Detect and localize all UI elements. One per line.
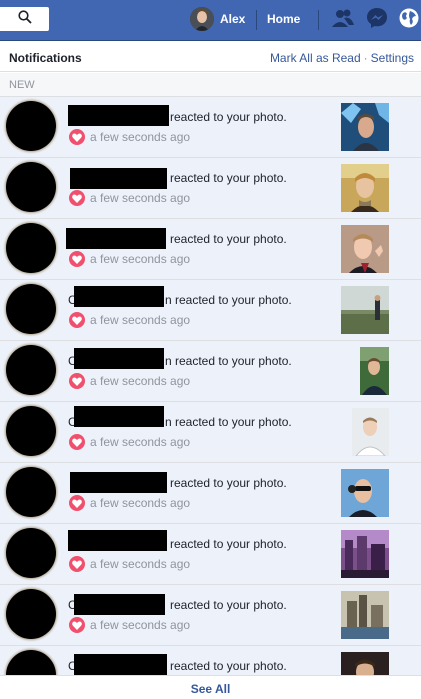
action-separator: · [363,51,368,65]
user-avatar[interactable] [190,7,214,31]
notifications-title: Notifications [9,51,82,65]
notification-item[interactable]: C n reacted to your photo. a few seconds… [0,341,421,402]
redacted-name [74,406,164,427]
photo-thumbnail[interactable] [341,225,389,273]
notification-item[interactable]: reacted to your photo. a few seconds ago [0,524,421,585]
settings-link[interactable]: Settings [371,51,414,65]
profile-picture[interactable] [6,589,56,639]
friends-icon [331,8,355,33]
search-icon [17,9,32,29]
notification-text: n reacted to your photo. [165,293,292,307]
notifications-header: Notifications Mark All as Read · Settings [0,42,421,72]
redacted-name [68,105,169,126]
messenger-icon [366,7,388,34]
redacted-name [66,228,166,249]
profile-picture[interactable] [6,162,56,212]
photo-thumbnail[interactable] [341,652,389,675]
profile-link[interactable]: Alex [220,12,245,26]
heart-icon [69,129,85,145]
notification-item[interactable]: reacted to your photo. a few seconds ago [0,158,421,219]
top-navigation-bar: Alex Home [0,0,421,41]
photo-thumbnail[interactable] [341,164,389,212]
notification-text: reacted to your photo. [170,171,287,185]
notification-time: a few seconds ago [90,496,191,510]
photo-thumbnail[interactable] [341,103,389,151]
notification-text: reacted to your photo. [170,537,287,551]
photo-thumbnail[interactable] [341,469,389,517]
photo-thumbnail[interactable] [352,408,389,456]
photo-thumbnail[interactable] [341,530,389,578]
photo-thumbnail[interactable] [341,591,389,639]
redacted-name [70,168,167,189]
home-link[interactable]: Home [267,12,300,26]
notification-time: a few seconds ago [90,618,191,632]
heart-icon [69,617,85,633]
see-all-link[interactable]: See All [191,682,231,696]
notification-time: a few seconds ago [90,557,191,571]
globe-notifications-icon [398,7,420,34]
search-button[interactable] [0,7,49,31]
photo-thumbnail[interactable] [360,347,389,395]
notification-text: reacted to your photo. [170,110,287,124]
profile-picture[interactable] [6,223,56,273]
heart-icon [69,190,85,206]
notification-text: reacted to your photo. [170,598,287,612]
notification-time: a few seconds ago [90,130,191,144]
notification-time: a few seconds ago [90,191,191,205]
notification-time: a few seconds ago [90,374,191,388]
notification-item[interactable]: C reacted to your photo. [0,646,421,675]
section-label: NEW [9,79,35,91]
profile-picture[interactable] [6,528,56,578]
profile-picture[interactable] [6,467,56,517]
heart-icon [69,251,85,267]
notification-item[interactable]: reacted to your photo. a few seconds ago [0,463,421,524]
notification-item[interactable]: C reacted to your photo. a few seconds a… [0,585,421,646]
redacted-name [74,654,167,675]
divider [318,10,319,30]
notification-text: reacted to your photo. [170,232,287,246]
notification-item[interactable]: reacted to your photo. a few seconds ago [0,219,421,280]
notification-time: a few seconds ago [90,252,191,266]
divider [256,10,257,30]
notification-text: n reacted to your photo. [165,354,292,368]
notification-text: reacted to your photo. [170,659,287,673]
heart-icon [69,495,85,511]
profile-picture[interactable] [6,284,56,334]
see-all-footer: See All [0,675,421,699]
heart-icon [69,434,85,450]
photo-thumbnail[interactable] [341,286,389,334]
heart-icon [69,373,85,389]
profile-picture[interactable] [6,101,56,151]
notifications-button[interactable] [396,8,421,32]
redacted-name [68,530,167,551]
redacted-name [74,286,164,307]
notification-text: n reacted to your photo. [165,415,292,429]
section-new: NEW [0,73,421,97]
notification-text: reacted to your photo. [170,476,287,490]
header-actions: Mark All as Read · Settings [270,51,414,65]
heart-icon [69,312,85,328]
messages-button[interactable] [364,7,390,34]
redacted-name [74,348,164,369]
redacted-name [74,594,165,615]
profile-picture[interactable] [6,650,56,675]
redacted-name [70,472,167,493]
notifications-list: reacted to your photo. a few seconds ago… [0,97,421,675]
notification-item[interactable]: reacted to your photo. a few seconds ago [0,97,421,158]
profile-picture[interactable] [6,406,56,456]
notification-item[interactable]: C n reacted to your photo. a few seconds… [0,280,421,341]
heart-icon [69,556,85,572]
profile-picture[interactable] [6,345,56,395]
notification-time: a few seconds ago [90,313,191,327]
notification-time: a few seconds ago [90,435,191,449]
mark-all-read-link[interactable]: Mark All as Read [270,51,361,65]
notification-item[interactable]: C n reacted to your photo. a few seconds… [0,402,421,463]
friend-requests-button[interactable] [330,8,356,32]
